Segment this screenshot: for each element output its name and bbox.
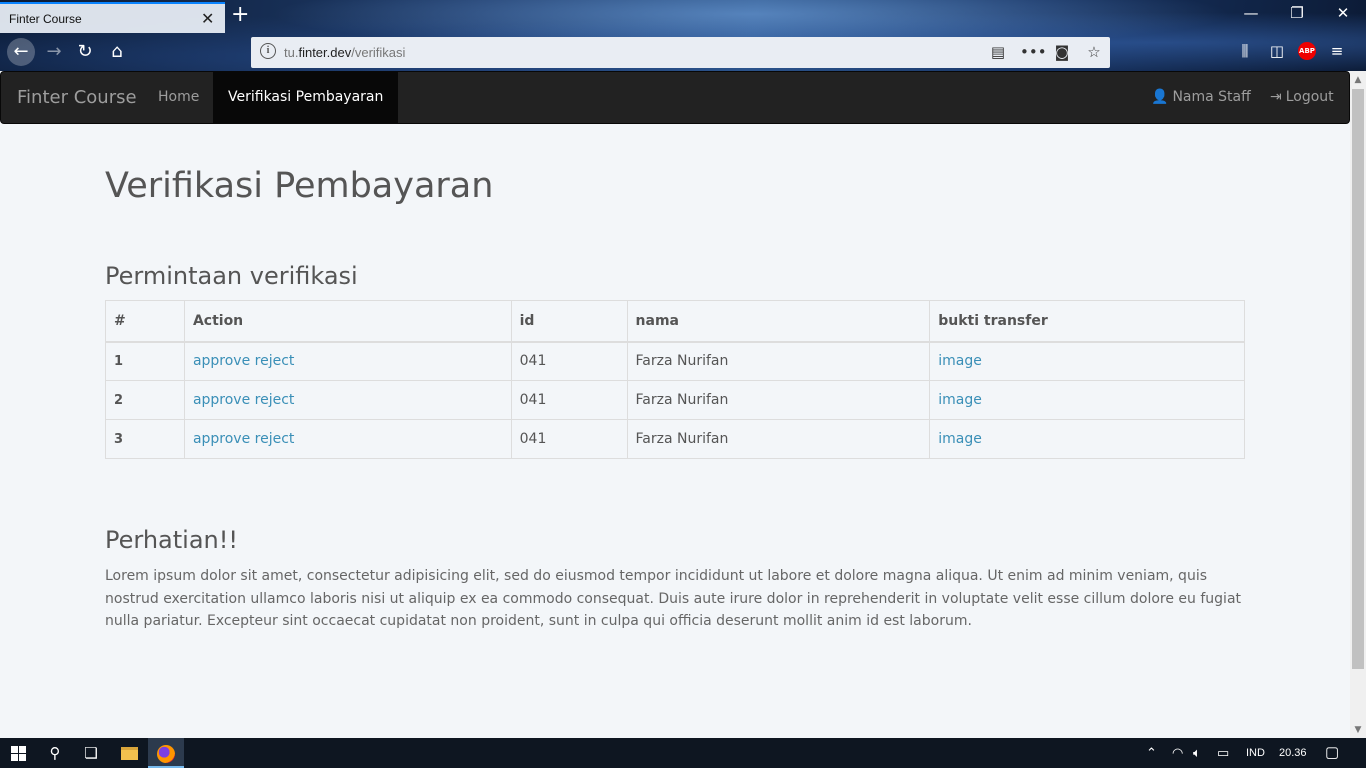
wifi-icon[interactable]: ◠	[1172, 738, 1183, 768]
reject-link[interactable]: reject	[255, 431, 295, 447]
nav-staff-label: Nama Staff	[1172, 89, 1251, 105]
bukti-cell: image	[929, 341, 1245, 381]
logout-icon: ⇥	[1270, 89, 1282, 105]
search-icon[interactable]: ⚲	[37, 738, 73, 768]
id-cell: 041	[510, 419, 628, 459]
table-header-row: # Action id nama bukti transfer	[105, 300, 1245, 343]
page-actions-icon[interactable]: •••	[1020, 43, 1047, 61]
column-header: bukti transfer	[929, 300, 1245, 343]
language-indicator[interactable]: IND	[1246, 738, 1265, 768]
scroll-down-icon[interactable]: ▼	[1350, 725, 1366, 735]
restore-icon[interactable]: ❐	[1282, 4, 1312, 22]
page-scrollbar[interactable]: ▲ ▼	[1350, 71, 1366, 738]
browser-tab[interactable]: Finter Course ✕	[0, 2, 225, 33]
file-explorer-icon[interactable]	[111, 738, 147, 768]
nama-cell: Farza Nurifan	[626, 380, 931, 420]
nama-cell: Farza Nurifan	[626, 341, 931, 381]
reject-link[interactable]: reject	[255, 353, 295, 369]
approve-link[interactable]: approve	[193, 392, 250, 408]
tab-strip: Finter Course ✕ + — ❐ ✕	[0, 0, 1366, 34]
adblock-icon[interactable]: ABP	[1298, 42, 1316, 60]
user-icon: 👤	[1151, 89, 1169, 105]
url-path: /verifikasi	[351, 45, 406, 60]
image-link[interactable]: image	[938, 431, 982, 447]
navbar-brand[interactable]: Finter Course	[17, 87, 137, 108]
page-viewport: Finter Course Home Verifikasi Pembayaran…	[0, 71, 1350, 738]
battery-icon[interactable]: ▭	[1217, 738, 1229, 768]
column-header: #	[105, 300, 185, 343]
nav-staff[interactable]: 👤 Nama Staff	[1136, 72, 1266, 123]
forward-icon[interactable]: →	[40, 38, 68, 66]
action-cell: approve reject	[183, 380, 512, 420]
column-header: Action	[183, 300, 512, 343]
start-button[interactable]	[0, 738, 36, 768]
nav-verifikasi[interactable]: Verifikasi Pembayaran	[213, 72, 399, 123]
new-tab-icon[interactable]: +	[231, 2, 249, 27]
close-tab-icon[interactable]: ✕	[201, 9, 214, 28]
nav-logout-label: Logout	[1285, 89, 1334, 105]
nav-home[interactable]: Home	[143, 72, 214, 123]
column-header: id	[510, 300, 628, 343]
site-info-icon[interactable]: i	[260, 43, 276, 59]
pocket-icon[interactable]: ◙	[1052, 43, 1072, 61]
warning-text: Lorem ipsum dolor sit amet, consectetur …	[105, 568, 1242, 629]
sidebar-icon[interactable]: ◫	[1266, 42, 1288, 60]
back-icon[interactable]: ←	[7, 38, 35, 66]
menu-icon[interactable]: ≡	[1326, 42, 1348, 60]
url-domain: finter.dev	[298, 45, 352, 60]
url-bar[interactable]: i tu.finter.dev/verifikasi ▤ ••• ◙ ☆	[251, 37, 1110, 68]
reload-icon[interactable]: ↻	[71, 38, 99, 66]
section-title: Permintaan verifikasi	[105, 262, 358, 290]
scrollbar-thumb[interactable]	[1352, 89, 1364, 669]
bookmark-star-icon[interactable]: ☆	[1084, 43, 1104, 61]
tray-chevron-icon[interactable]: ⌃	[1146, 738, 1157, 768]
row-number: 1	[105, 341, 185, 381]
notifications-icon[interactable]: ▢	[1325, 738, 1339, 768]
id-cell: 041	[510, 380, 628, 420]
site-navbar: Finter Course Home Verifikasi Pembayaran…	[0, 71, 1350, 124]
nav-logout[interactable]: ⇥ Logout	[1255, 72, 1349, 123]
bukti-cell: image	[929, 419, 1245, 459]
browser-chrome: Finter Course ✕ + — ❐ ✕ ← → ↻ ⌂ i tu.fin…	[0, 0, 1366, 71]
table-row: 1 approve reject 041 Farza Nurifan image	[105, 341, 1245, 381]
action-cell: approve reject	[183, 419, 512, 459]
scroll-up-icon[interactable]: ▲	[1350, 75, 1366, 85]
id-cell: 041	[510, 341, 628, 381]
url-text[interactable]: tu.finter.dev/verifikasi	[284, 45, 405, 60]
url-prefix: tu.	[284, 45, 299, 60]
page-title: Verifikasi Pembayaran	[105, 166, 494, 206]
volume-icon[interactable]: 🔈︎	[1193, 738, 1201, 768]
library-icon[interactable]: ⫼	[1234, 42, 1256, 60]
row-number: 3	[105, 419, 185, 459]
reject-link[interactable]: reject	[255, 392, 295, 408]
task-view-icon[interactable]: ❏	[73, 738, 109, 768]
minimize-icon[interactable]: —	[1236, 4, 1266, 22]
image-link[interactable]: image	[938, 353, 982, 369]
clock[interactable]: 20.36	[1279, 738, 1307, 768]
image-link[interactable]: image	[938, 392, 982, 408]
table-row: 2 approve reject 041 Farza Nurifan image	[105, 380, 1245, 420]
reader-view-icon[interactable]: ▤	[988, 43, 1008, 61]
tab-title: Finter Course	[9, 12, 82, 26]
action-cell: approve reject	[183, 341, 512, 381]
home-icon[interactable]: ⌂	[103, 38, 131, 66]
approve-link[interactable]: approve	[193, 353, 250, 369]
verification-table: # Action id nama bukti transfer 1 approv…	[105, 300, 1245, 459]
browser-toolbar: ← → ↻ ⌂ i tu.finter.dev/verifikasi ▤ •••…	[0, 34, 1366, 71]
firefox-taskbar-icon[interactable]	[148, 738, 184, 768]
row-number: 2	[105, 380, 185, 420]
bukti-cell: image	[929, 380, 1245, 420]
nama-cell: Farza Nurifan	[626, 419, 931, 459]
windows-logo-icon	[10, 746, 26, 761]
taskbar: ⚲ ❏ ⌃ ◠ 🔈︎ ▭ IND 20.36 ▢	[0, 738, 1366, 768]
table-row: 3 approve reject 041 Farza Nurifan image	[105, 419, 1245, 459]
window-close-icon[interactable]: ✕	[1328, 4, 1358, 22]
warning-title: Perhatian!!	[105, 526, 238, 554]
approve-link[interactable]: approve	[193, 431, 250, 447]
column-header: nama	[626, 300, 931, 343]
